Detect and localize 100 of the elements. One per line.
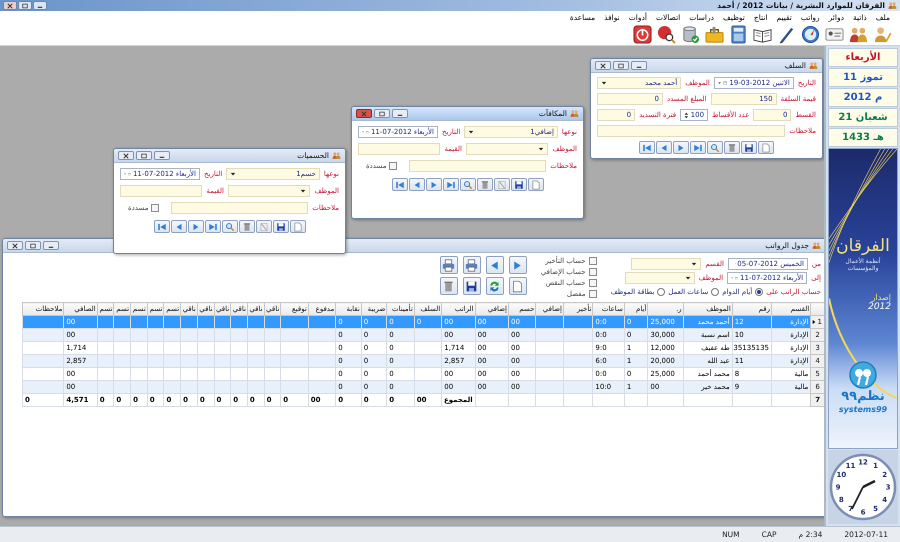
search-button[interactable] — [460, 178, 476, 191]
refresh-button[interactable] — [486, 277, 504, 295]
toolbox-icon[interactable] — [705, 24, 724, 44]
minimize-button[interactable] — [33, 1, 47, 10]
next-icon — [190, 222, 200, 232]
caret-icon — [691, 260, 698, 266]
previous-button[interactable] — [656, 141, 672, 154]
slashed-page-icon — [496, 180, 506, 190]
close-button[interactable] — [7, 241, 23, 250]
minute-hand — [851, 486, 864, 510]
minimize-button[interactable] — [154, 151, 170, 160]
checkbox[interactable] — [588, 256, 597, 264]
maximize-icon — [617, 62, 625, 68]
close-icon — [6, 2, 14, 8]
previous-button[interactable] — [486, 256, 504, 274]
dropdown-field[interactable] — [631, 258, 702, 270]
date-label: شعبان 21 — [828, 108, 898, 127]
caret-icon — [300, 188, 306, 194]
save-icon — [276, 222, 286, 232]
page-icon — [511, 280, 524, 292]
last-record-button[interactable] — [690, 141, 706, 154]
close-button[interactable] — [595, 61, 611, 70]
input-field[interactable] — [120, 185, 202, 197]
save-button[interactable] — [272, 220, 288, 233]
save-icon — [744, 142, 754, 152]
minimize-button[interactable] — [392, 109, 408, 118]
radio-button[interactable] — [657, 288, 666, 296]
edition-year: 2012 — [868, 302, 891, 312]
last-record-button[interactable] — [442, 178, 458, 191]
maximize-button[interactable] — [25, 241, 41, 250]
search-button[interactable] — [222, 220, 238, 233]
notes-field[interactable] — [409, 160, 546, 172]
first-record-button[interactable] — [154, 220, 170, 233]
new-button[interactable] — [758, 141, 774, 154]
save-button[interactable] — [741, 141, 757, 154]
close-button[interactable] — [3, 1, 17, 10]
compass-icon[interactable] — [801, 24, 820, 44]
last-record-button[interactable] — [204, 220, 220, 233]
save-button[interactable] — [510, 178, 526, 191]
maximize-button[interactable] — [613, 61, 629, 70]
new-button[interactable] — [508, 277, 527, 295]
dropdown-field[interactable] — [228, 185, 310, 197]
notes-field[interactable] — [597, 125, 786, 137]
delete-button[interactable] — [440, 277, 458, 295]
magnifier-icon[interactable] — [657, 24, 676, 44]
trash-icon — [442, 280, 456, 292]
search-button[interactable] — [707, 141, 723, 154]
checkbox[interactable] — [588, 268, 597, 276]
previous-button[interactable] — [408, 178, 424, 191]
print-button[interactable] — [462, 256, 481, 274]
new-button[interactable] — [528, 178, 544, 191]
calculator-icon[interactable] — [729, 24, 748, 44]
save-icon — [514, 180, 524, 190]
radio-button[interactable] — [755, 288, 764, 296]
delete-button[interactable] — [238, 220, 254, 233]
save-button[interactable] — [462, 277, 481, 295]
maximize-button[interactable] — [374, 109, 390, 118]
dropdown-field[interactable] — [466, 143, 548, 155]
input-field[interactable] — [358, 143, 440, 155]
printer-icon — [465, 258, 478, 272]
notes-field[interactable] — [171, 202, 308, 214]
people-icon — [809, 61, 818, 70]
next-button[interactable] — [508, 256, 527, 274]
checkbox[interactable] — [588, 290, 597, 298]
new-button[interactable] — [290, 220, 306, 233]
people-icon — [812, 241, 821, 250]
maximize-icon — [140, 152, 148, 158]
trash-icon — [242, 222, 252, 232]
delete-button[interactable] — [724, 141, 740, 154]
next-button[interactable] — [426, 178, 442, 191]
dropdown-field[interactable] — [624, 272, 695, 284]
close-button[interactable] — [118, 151, 134, 160]
first-record-icon — [642, 142, 652, 152]
close-icon — [599, 62, 607, 68]
minimize-button[interactable] — [631, 61, 647, 70]
last-record-icon — [208, 222, 218, 232]
checkbox[interactable] — [588, 278, 597, 286]
maximize-button[interactable] — [136, 151, 152, 160]
next-button[interactable] — [188, 220, 204, 233]
print-button[interactable] — [440, 256, 458, 274]
checkbox[interactable] — [389, 162, 398, 170]
first-record-button[interactable] — [639, 141, 655, 154]
caret-icon — [684, 274, 691, 280]
previous-button[interactable] — [170, 220, 186, 233]
database-icon[interactable] — [681, 24, 700, 44]
date-label: الأربعاء — [828, 48, 898, 67]
maximize-button[interactable] — [18, 1, 32, 10]
caret-icon — [468, 129, 474, 135]
power-icon[interactable] — [633, 24, 652, 44]
radio-button[interactable] — [711, 288, 720, 296]
first-record-button[interactable] — [392, 178, 408, 191]
user-pencil-icon[interactable] — [873, 24, 892, 44]
checkbox[interactable] — [151, 204, 160, 212]
edition-label: إصدار — [872, 293, 891, 302]
next-button[interactable] — [673, 141, 689, 154]
calendar-icon — [723, 79, 728, 87]
first-record-icon — [156, 222, 166, 232]
delete-button[interactable] — [476, 178, 492, 191]
minimize-button[interactable] — [43, 241, 59, 250]
people-icon — [570, 109, 579, 118]
